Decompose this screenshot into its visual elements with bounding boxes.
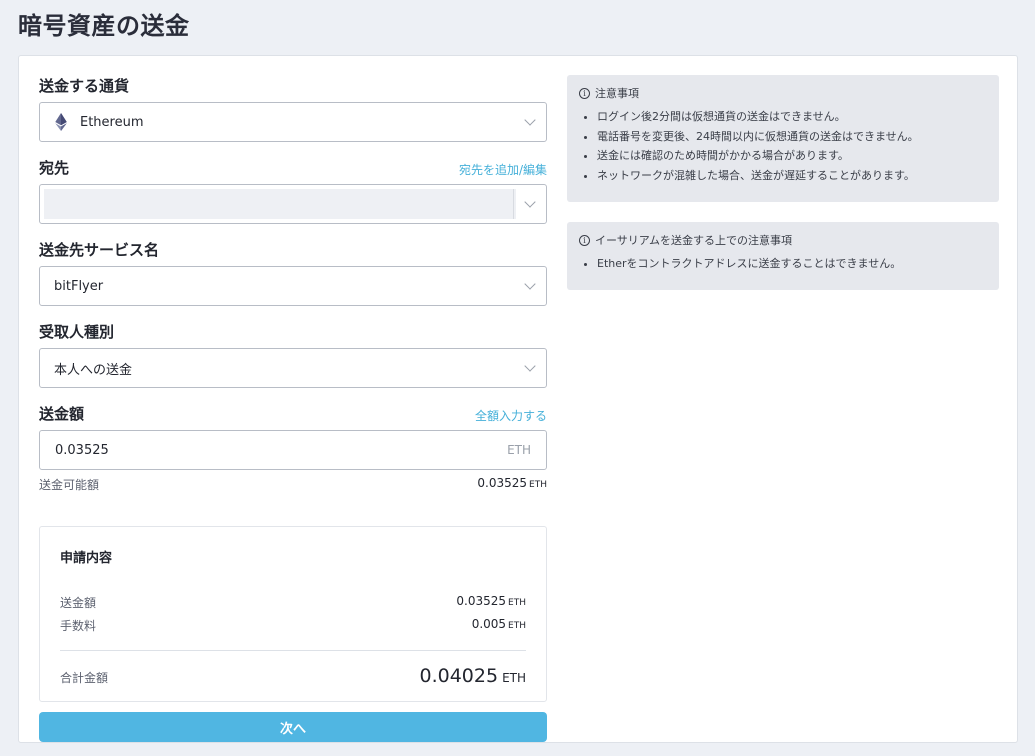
available-row: 送金可能額 0.03525 ETH bbox=[39, 476, 547, 493]
summary-total: 0.04025 ETH bbox=[419, 665, 526, 687]
summary-amount: 0.03525 ETH bbox=[456, 594, 526, 611]
summary-fee-unit: ETH bbox=[508, 621, 526, 631]
info-icon: i bbox=[579, 234, 590, 246]
summary-amount-row: 送金額 0.03525 ETH bbox=[60, 594, 526, 611]
edit-destination-link[interactable]: 宛先を追加/編集 bbox=[459, 161, 547, 178]
destination-label: 宛先 bbox=[39, 159, 70, 177]
notice-general: i 注意事項 ログイン後2分間は仮想通貨の送金はできません。 電話番号を変更後、… bbox=[567, 75, 999, 202]
summary-amount-value: 0.03525 bbox=[456, 594, 507, 608]
amount-label: 送金額 bbox=[39, 405, 85, 423]
list-item: ログイン後2分間は仮想通貨の送金はできません。 bbox=[597, 107, 987, 127]
chevron-down-icon bbox=[524, 114, 536, 126]
service-value: bitFlyer bbox=[54, 278, 104, 294]
notice-ethereum-title: イーサリアムを送金する上での注意事項 bbox=[595, 234, 793, 247]
dropdown-separator bbox=[513, 189, 514, 219]
fill-all-link[interactable]: 全額入力する bbox=[475, 407, 547, 424]
ethereum-icon bbox=[55, 113, 67, 131]
summary-title: 申請内容 bbox=[60, 551, 113, 566]
chevron-down-icon bbox=[524, 196, 536, 208]
notice-general-list: ログイン後2分間は仮想通貨の送金はできません。 電話番号を変更後、24時間以内に… bbox=[579, 107, 987, 185]
currency-value: Ethereum bbox=[80, 114, 144, 130]
summary-fee-value: 0.005 bbox=[471, 617, 507, 631]
list-item: Etherをコントラクトアドレスに送金することはできません。 bbox=[597, 254, 987, 274]
recipient-value: 本人への送金 bbox=[54, 362, 133, 378]
amount-input[interactable]: 0.03525 ETH bbox=[39, 430, 547, 470]
next-button[interactable]: 次へ bbox=[39, 712, 547, 742]
available-value: 0.03525 bbox=[477, 476, 528, 490]
application-summary: 申請内容 送金額 0.03525 ETH 手数料 0.005 ETH 合計金額 0.… bbox=[39, 526, 547, 702]
summary-total-row: 合計金額 0.04025 ETH bbox=[60, 665, 526, 687]
destination-select[interactable] bbox=[39, 184, 547, 224]
summary-total-unit: ETH bbox=[502, 671, 526, 685]
list-item: 送金には確認のため時間がかかる場合があります。 bbox=[597, 146, 987, 166]
notice-general-title: 注意事項 bbox=[595, 87, 639, 100]
destination-field: 宛先 宛先を追加/編集 bbox=[39, 156, 547, 224]
recipient-field: 受取人種別 本人への送金 bbox=[39, 320, 547, 388]
list-item: 電話番号を変更後、24時間以内に仮想通貨の送金はできません。 bbox=[597, 127, 987, 147]
available-label: 送金可能額 bbox=[39, 478, 100, 492]
available-unit: ETH bbox=[529, 480, 547, 490]
summary-total-value: 0.04025 bbox=[419, 665, 499, 687]
amount-unit: ETH bbox=[507, 443, 531, 457]
service-field: 送金先サービス名 bitFlyer bbox=[39, 238, 547, 306]
summary-divider bbox=[60, 650, 526, 651]
currency-select[interactable]: Ethereum bbox=[39, 102, 547, 142]
summary-amount-label: 送金額 bbox=[60, 596, 97, 610]
recipient-label: 受取人種別 bbox=[39, 323, 115, 341]
summary-amount-unit: ETH bbox=[508, 598, 526, 608]
send-panel: 送金する通貨 Ethereum 宛先 宛先を追加/編集 送金先サービス名 bit… bbox=[18, 55, 1018, 743]
recipient-select[interactable]: 本人への送金 bbox=[39, 348, 547, 388]
summary-fee: 0.005 ETH bbox=[472, 617, 526, 634]
summary-fee-row: 手数料 0.005 ETH bbox=[60, 617, 526, 634]
service-select[interactable]: bitFlyer bbox=[39, 266, 547, 306]
summary-fee-label: 手数料 bbox=[60, 619, 97, 633]
list-item: ネットワークが混雑した場合、送金が遅延することがあります。 bbox=[597, 166, 987, 186]
amount-value: 0.03525 bbox=[55, 442, 109, 458]
currency-field: 送金する通貨 Ethereum bbox=[39, 74, 547, 142]
chevron-down-icon bbox=[524, 278, 536, 290]
available-amount: 0.03525 ETH bbox=[477, 476, 547, 493]
currency-label: 送金する通貨 bbox=[39, 77, 130, 95]
destination-input[interactable] bbox=[44, 189, 516, 219]
chevron-down-icon bbox=[524, 360, 536, 372]
summary-total-label: 合計金額 bbox=[60, 671, 109, 685]
info-icon: i bbox=[579, 87, 590, 99]
service-label: 送金先サービス名 bbox=[39, 241, 160, 259]
notice-ethereum-list: Etherをコントラクトアドレスに送金することはできません。 bbox=[579, 254, 987, 274]
page-title: 暗号資産の送金 bbox=[18, 12, 190, 40]
notice-ethereum: i イーサリアムを送金する上での注意事項 Etherをコントラクトアドレスに送金… bbox=[567, 222, 999, 290]
amount-field: 送金額 全額入力する 0.03525 ETH 送金可能額 0.03525 ETH bbox=[39, 402, 547, 493]
